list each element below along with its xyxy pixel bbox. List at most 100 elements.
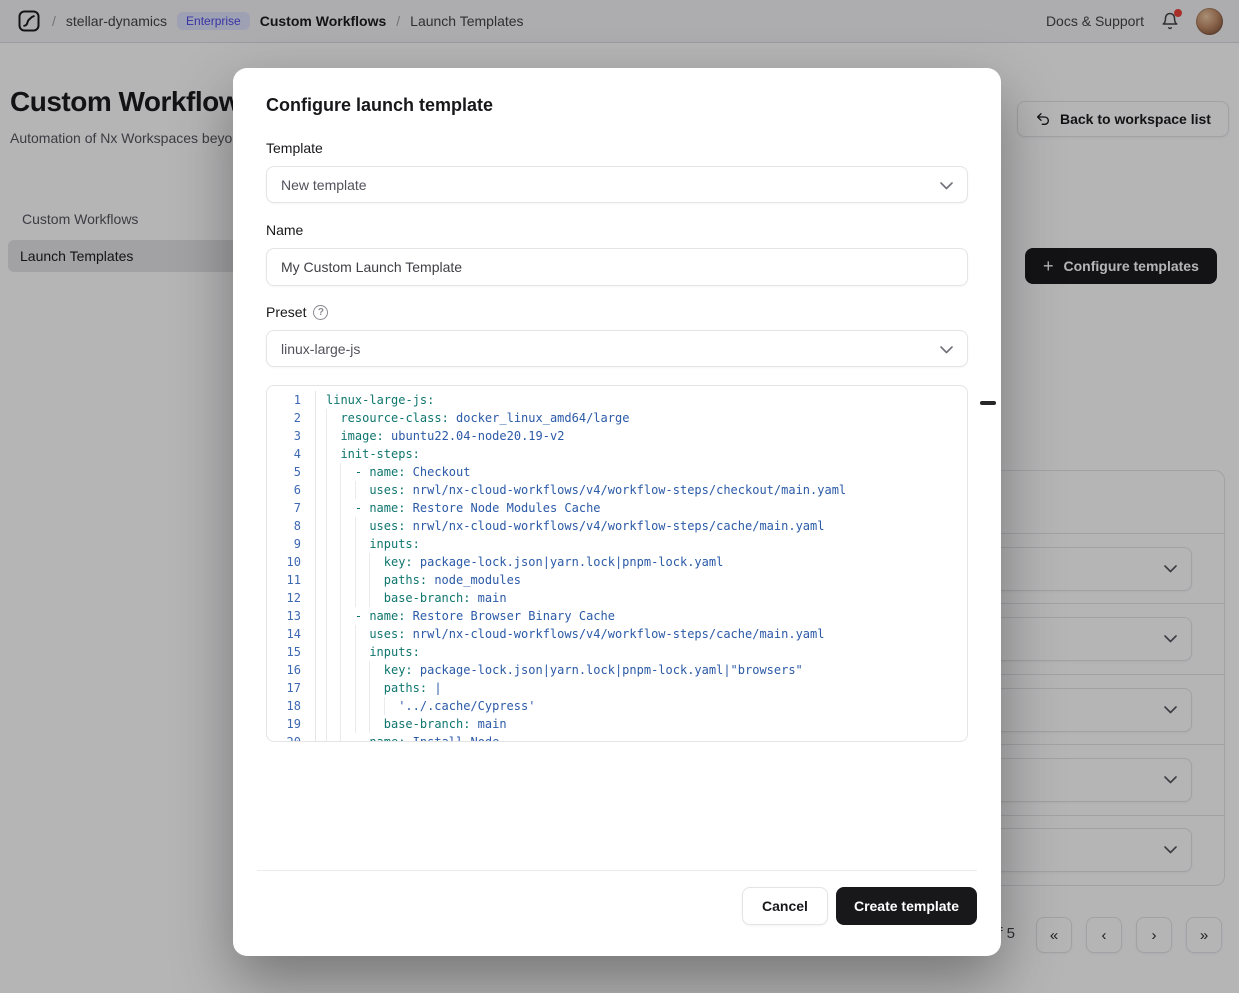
code-token: package-lock.json|yarn.lock|pnpm-lock.ya… xyxy=(413,663,803,677)
preset-field-label: Preset ? xyxy=(266,304,328,320)
indent-guide xyxy=(340,679,354,697)
indent-guide xyxy=(340,661,354,679)
code-line-content: uses: nrwl/nx-cloud-workflows/v4/workflo… xyxy=(315,517,967,535)
code-token: inputs: xyxy=(369,645,420,659)
code-line: 15 inputs: xyxy=(267,643,967,661)
line-number: 2 xyxy=(267,409,315,427)
code-line-content: linux-large-js: xyxy=(315,391,967,409)
preset-select-value: linux-large-js xyxy=(281,341,360,357)
indent-guide xyxy=(326,589,340,607)
indent-guide xyxy=(340,481,354,499)
indent-guide xyxy=(326,499,340,517)
code-token: uses: xyxy=(369,483,405,497)
indent-guide xyxy=(340,715,354,733)
preset-select[interactable]: linux-large-js xyxy=(266,330,968,367)
indent-guide xyxy=(369,679,383,697)
editor-scrollbar-thumb[interactable] xyxy=(980,401,996,405)
indent-guide xyxy=(326,463,340,481)
indent-guide xyxy=(369,553,383,571)
code-line-content: paths: node_modules xyxy=(315,571,967,589)
indent-guide xyxy=(326,715,340,733)
indent-guide xyxy=(340,697,354,715)
code-token: Restore Node Modules Cache xyxy=(405,501,600,515)
code-line: 10key: package-lock.json|yarn.lock|pnpm-… xyxy=(267,553,967,571)
name-input[interactable] xyxy=(266,248,968,286)
code-line-content: base-branch: main xyxy=(315,589,967,607)
template-select[interactable]: New template xyxy=(266,166,968,203)
code-line: 4init-steps: xyxy=(267,445,967,463)
code-token: uses: xyxy=(369,519,405,533)
chevron-down-icon xyxy=(940,341,953,357)
code-editor-lines: 1linux-large-js:2resource-class: docker_… xyxy=(267,391,967,742)
line-number: 12 xyxy=(267,589,315,607)
code-line: 8uses: nrwl/nx-cloud-workflows/v4/workfl… xyxy=(267,517,967,535)
code-line: 17paths: | xyxy=(267,679,967,697)
indent-guide xyxy=(340,625,354,643)
code-token: - xyxy=(355,465,369,479)
code-line: 18'../.cache/Cypress' xyxy=(267,697,967,715)
indent-guide xyxy=(326,535,340,553)
code-line: 1linux-large-js: xyxy=(267,391,967,409)
line-number: 9 xyxy=(267,535,315,553)
code-token: name: xyxy=(369,609,405,623)
code-token: linux-large-js: xyxy=(326,393,434,407)
indent-guide xyxy=(326,679,340,697)
template-field-label: Template xyxy=(266,140,323,156)
line-number: 14 xyxy=(267,625,315,643)
code-token: paths: xyxy=(384,573,427,587)
name-field-label: Name xyxy=(266,222,303,238)
code-line-content: inputs: xyxy=(315,535,967,553)
line-number: 4 xyxy=(267,445,315,463)
indent-guide xyxy=(369,571,383,589)
indent-guide xyxy=(326,481,340,499)
create-template-button[interactable]: Create template xyxy=(836,887,977,925)
indent-guide xyxy=(355,643,369,661)
indent-guide xyxy=(369,715,383,733)
code-token: | xyxy=(427,681,441,695)
line-number: 15 xyxy=(267,643,315,661)
code-line-content: uses: nrwl/nx-cloud-workflows/v4/workflo… xyxy=(315,625,967,643)
indent-guide xyxy=(355,535,369,553)
modal-footer: Cancel Create template xyxy=(742,887,977,925)
code-token: - xyxy=(355,609,369,623)
line-number: 3 xyxy=(267,427,315,445)
indent-guide xyxy=(326,571,340,589)
modal-title: Configure launch template xyxy=(266,95,493,116)
code-line: 12base-branch: main xyxy=(267,589,967,607)
line-number: 6 xyxy=(267,481,315,499)
code-line-content: uses: nrwl/nx-cloud-workflows/v4/workflo… xyxy=(315,481,967,499)
indent-guide xyxy=(355,697,369,715)
indent-guide xyxy=(340,571,354,589)
code-line-content: init-steps: xyxy=(315,445,967,463)
code-line-content: key: package-lock.json|yarn.lock|pnpm-lo… xyxy=(315,553,967,571)
code-line: 5- name: Checkout xyxy=(267,463,967,481)
code-token: nrwl/nx-cloud-workflows/v4/workflow-step… xyxy=(405,519,824,533)
indent-guide xyxy=(326,697,340,715)
code-token: key: xyxy=(384,555,413,569)
code-line-content: paths: | xyxy=(315,679,967,697)
indent-guide xyxy=(355,589,369,607)
code-token: key: xyxy=(384,663,413,677)
cancel-button[interactable]: Cancel xyxy=(742,887,828,925)
indent-guide xyxy=(369,697,383,715)
line-number: 20 xyxy=(267,733,315,742)
code-token: package-lock.json|yarn.lock|pnpm-lock.ya… xyxy=(413,555,724,569)
modal-footer-divider xyxy=(257,870,977,871)
code-line: 2resource-class: docker_linux_amd64/larg… xyxy=(267,409,967,427)
line-number: 7 xyxy=(267,499,315,517)
indent-guide xyxy=(326,409,340,427)
indent-guide xyxy=(369,661,383,679)
indent-guide xyxy=(355,553,369,571)
help-question-icon[interactable]: ? xyxy=(313,305,328,320)
indent-guide xyxy=(340,607,354,625)
yaml-code-editor[interactable]: 1linux-large-js:2resource-class: docker_… xyxy=(266,385,968,742)
line-number: 16 xyxy=(267,661,315,679)
code-line: 20- name: Install Node xyxy=(267,733,967,742)
code-line: 3image: ubuntu22.04-node20.19-v2 xyxy=(267,427,967,445)
code-token: Checkout xyxy=(405,465,470,479)
code-token: uses: xyxy=(369,627,405,641)
line-number: 5 xyxy=(267,463,315,481)
indent-guide xyxy=(355,715,369,733)
preset-label-text: Preset xyxy=(266,304,306,320)
indent-guide xyxy=(340,589,354,607)
